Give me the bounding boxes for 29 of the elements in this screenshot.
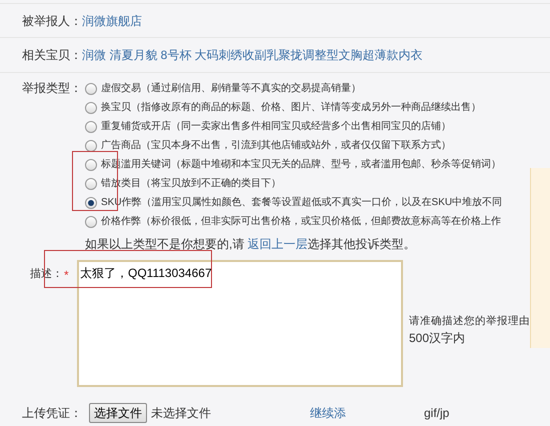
option-label: 重复铺货或开店（同一卖家出售多件相同宝贝或经营多个出售相同宝贝的店铺） <box>101 120 451 134</box>
radio-button[interactable] <box>85 102 97 114</box>
limit-text: 500汉字内 <box>409 330 466 347</box>
shop-link[interactable]: 润微旗舰店 <box>82 12 142 30</box>
radio-button[interactable] <box>85 216 97 228</box>
add-more-link[interactable]: 继续添 <box>310 404 346 422</box>
format-text: gif/jp <box>424 405 450 422</box>
item-link[interactable]: 润微 清夏月貌 8号杯 大码刺绣收副乳聚拢调整型文胸超薄款内衣 <box>82 46 423 64</box>
option-label: 价格作弊（标价很低，但非实际可出售价格，或宝贝价格低，但邮费故意标高等在价格上作 <box>101 214 501 229</box>
hint-text: 如果以上类型不是你想要的,请 返回上一层选择其他投诉类型。 <box>85 236 416 253</box>
radio-button[interactable] <box>85 82 97 94</box>
radio-button[interactable] <box>85 120 97 132</box>
option-label: 虚假交易（通过刷信用、刷销量等不真实的交易提高销量） <box>101 82 361 96</box>
file-status: 未选择文件 <box>151 405 211 422</box>
field-label: 相关宝贝： <box>22 47 82 64</box>
field-label: 被举报人： <box>22 12 82 30</box>
field-label: 上传凭证： <box>22 405 82 422</box>
radio-button[interactable] <box>85 158 97 170</box>
radio-button[interactable] <box>85 140 97 152</box>
required-mark: * <box>64 267 70 284</box>
hint-text: 请准确描述您的举报理由 <box>409 314 530 329</box>
option-label: 广告商品（宝贝本身不出售，引流到其他店铺或站外，或者仅仅留下联系方式） <box>101 138 451 153</box>
choose-file-button[interactable]: 选择文件 <box>89 403 147 423</box>
description-field[interactable]: 太狠了，QQ1113034667 <box>77 260 403 387</box>
back-link[interactable]: 返回上一层 <box>248 237 308 251</box>
field-label: 举报类型： <box>22 80 83 97</box>
radio-button[interactable] <box>85 196 97 208</box>
radio-button[interactable] <box>85 178 97 190</box>
option-label: 换宝贝（指修改原有的商品的标题、价格、图片、详情等变成另外一种商品继续出售） <box>101 100 481 115</box>
